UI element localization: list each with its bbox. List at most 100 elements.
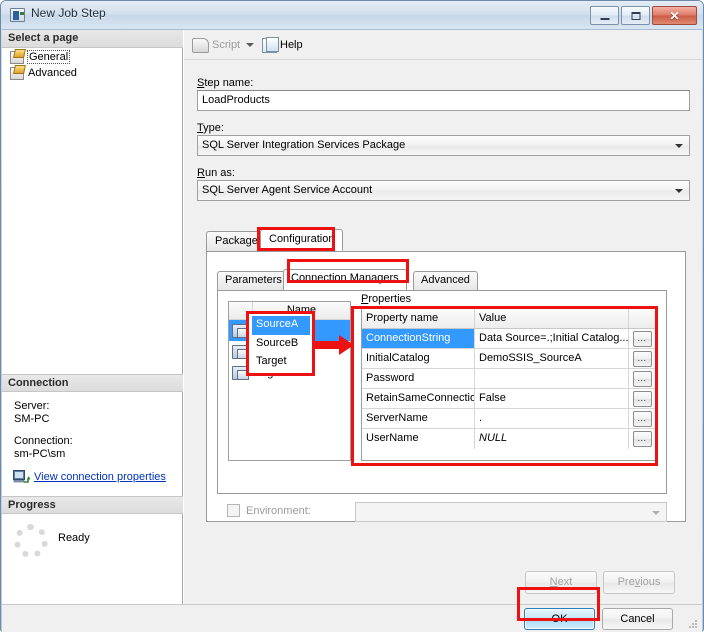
title-bar: New Job Step ✕ — [1, 1, 703, 29]
connection-value: sm-PC\sm — [14, 448, 66, 460]
property-value[interactable]: Data Source=.;Initial Catalog... — [475, 329, 629, 348]
tab-parameters[interactable]: Parameters — [217, 271, 290, 290]
run-as-label: Run as: — [197, 167, 235, 179]
progress-status: Ready — [58, 532, 90, 544]
property-value[interactable]: . — [475, 409, 629, 428]
ellipsis-button[interactable]: ... — [632, 410, 652, 427]
environment-label: Environment: — [246, 504, 311, 517]
tab-configuration[interactable]: Configuration — [260, 229, 344, 251]
annotation-name-sourcea: SourceA — [252, 316, 310, 335]
connection-label: Connection: — [14, 435, 73, 447]
server-label: Server: — [14, 400, 50, 412]
property-value[interactable]: False — [475, 389, 629, 408]
property-name: ConnectionString — [362, 329, 475, 348]
properties-grid[interactable]: Property name Value ConnectionString Dat… — [361, 308, 656, 461]
property-name: InitialCatalog — [362, 349, 475, 368]
tab-advanced[interactable]: Advanced — [413, 271, 478, 290]
outer-tabstrip: Package Configuration — [206, 229, 686, 251]
chevron-down-icon — [675, 144, 683, 148]
chevron-down-icon — [675, 189, 683, 193]
inner-tabstrip: Parameters Connection Managers Advanced — [217, 269, 667, 290]
property-value[interactable] — [475, 369, 629, 388]
environment-checkbox[interactable] — [227, 504, 240, 517]
property-name: RetainSameConnection — [362, 389, 475, 408]
chevron-down-icon — [652, 511, 660, 515]
properties-header-row: Property name Value — [362, 309, 655, 329]
progress-spinner-icon — [14, 524, 48, 558]
close-button[interactable]: ✕ — [652, 6, 697, 25]
ellipsis-button[interactable]: ... — [632, 370, 652, 387]
run-as-combobox[interactable]: SQL Server Agent Service Account — [197, 180, 690, 201]
cancel-button[interactable]: Cancel — [602, 608, 673, 630]
sidebar-item-general[interactable]: General — [2, 49, 183, 65]
previous-button[interactable]: Previous — [603, 571, 675, 594]
environment-row: Environment: — [227, 504, 311, 517]
tab-package[interactable]: Package — [206, 231, 267, 251]
table-row[interactable]: RetainSameConnection False ... — [362, 389, 655, 409]
ellipsis-button[interactable]: ... — [632, 431, 652, 447]
minimize-button[interactable] — [590, 6, 619, 25]
script-button[interactable]: Script — [192, 34, 255, 56]
step-name-label: SStep name:tep name: — [197, 77, 254, 89]
page-icon — [10, 50, 24, 64]
table-row[interactable]: ConnectionString Data Source=.;Initial C… — [362, 329, 655, 349]
properties-label: Properties — [361, 293, 412, 305]
close-icon: ✕ — [669, 8, 680, 23]
progress-section-header: Progress — [2, 496, 183, 514]
resize-grip[interactable] — [688, 619, 698, 629]
help-label: Help — [280, 39, 303, 51]
property-value[interactable]: DemoSSIS_SourceA — [475, 349, 629, 368]
ok-button[interactable]: OK — [524, 608, 595, 630]
toolbar: Script Help — [184, 30, 702, 60]
table-row[interactable]: UserName NULL ... — [362, 429, 655, 449]
minimize-icon — [600, 17, 609, 20]
window-buttons: ✕ — [590, 6, 697, 25]
dialog-client-area: Select a page General Advanced Connectio… — [2, 29, 702, 605]
new-job-step-dialog: New Job Step ✕ Select a page General Adv… — [0, 0, 704, 632]
sidebar: Select a page General Advanced Connectio… — [2, 30, 183, 605]
table-row[interactable]: Password ... — [362, 369, 655, 389]
type-value: SQL Server Integration Services Package — [202, 139, 406, 151]
next-button[interactable]: Next — [525, 571, 597, 594]
annotation-name-sourceb: SourceB — [256, 337, 299, 349]
right-arrow-icon — [313, 335, 354, 355]
header-value: Value — [475, 309, 629, 328]
help-icon — [262, 36, 279, 53]
maximize-button[interactable] — [621, 6, 650, 25]
sidebar-header: Select a page — [2, 30, 183, 48]
server-value: SM-PC — [14, 413, 50, 425]
page-icon — [10, 66, 24, 80]
table-row[interactable]: InitialCatalog DemoSSIS_SourceA ... — [362, 349, 655, 369]
property-name: Password — [362, 369, 475, 388]
maximize-icon — [631, 11, 640, 20]
chevron-down-icon[interactable] — [246, 43, 255, 47]
ellipsis-button[interactable]: ... — [632, 350, 652, 367]
environment-combobox[interactable] — [355, 502, 667, 522]
server-connection-icon — [13, 470, 30, 483]
tab-connection-managers[interactable]: Connection Managers — [283, 269, 407, 290]
sidebar-item-advanced[interactable]: Advanced — [2, 65, 183, 81]
sidebar-item-label: General — [26, 50, 71, 64]
help-button[interactable]: Help — [262, 34, 303, 56]
dialog-footer: OK Cancel — [2, 604, 702, 632]
type-combobox[interactable]: SQL Server Integration Services Package — [197, 135, 690, 156]
type-label: Type: — [197, 122, 224, 134]
header-action-col — [629, 309, 655, 328]
ellipsis-button[interactable]: ... — [632, 390, 652, 407]
sidebar-item-label: Advanced — [28, 67, 77, 79]
connection-section-header: Connection — [2, 374, 183, 392]
job-step-icon — [10, 8, 25, 22]
annotation-name-target: Target — [256, 355, 287, 367]
property-name: ServerName — [362, 409, 475, 428]
sidebar-page-list: General Advanced — [2, 49, 183, 81]
script-icon — [192, 37, 209, 53]
ellipsis-button[interactable]: ... — [632, 330, 652, 347]
header-property-name: Property name — [362, 309, 475, 328]
run-as-value: SQL Server Agent Service Account — [202, 184, 373, 196]
table-row[interactable]: ServerName . ... — [362, 409, 655, 429]
script-label: Script — [212, 39, 241, 51]
property-name: UserName — [362, 429, 475, 449]
step-name-input[interactable]: LoadProducts — [197, 90, 690, 111]
property-value[interactable]: NULL — [475, 429, 629, 449]
view-connection-properties-link[interactable]: View connection properties — [34, 471, 166, 484]
